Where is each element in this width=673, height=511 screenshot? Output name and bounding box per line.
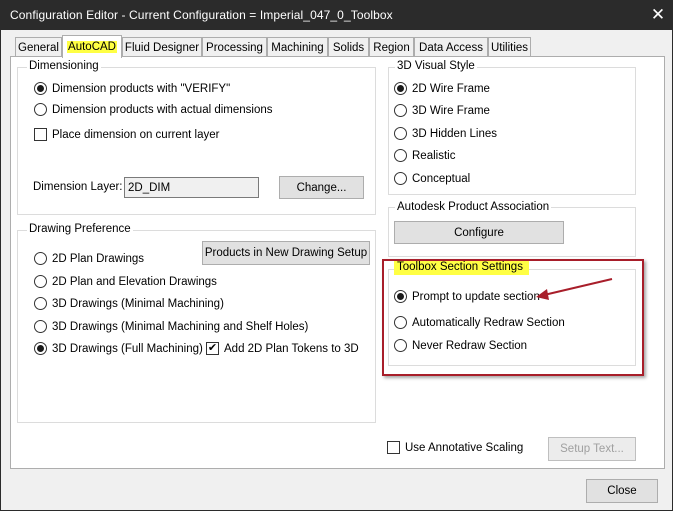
radio-label: 2D Plan Drawings [52, 252, 145, 265]
tab-processing[interactable]: Processing [202, 37, 267, 57]
tab-label: Utilities [490, 41, 529, 54]
radio-selected-indicator [394, 82, 407, 95]
tab-region[interactable]: Region [369, 37, 414, 57]
checkbox-label: Use Annotative Scaling [405, 441, 524, 454]
change-button[interactable]: Change... [279, 176, 364, 199]
radio-indicator [34, 320, 47, 333]
radio-label: 2D Plan and Elevation Drawings [52, 275, 217, 288]
checkbox-box [387, 441, 400, 454]
tab-fluid-designer[interactable]: Fluid Designer [122, 37, 202, 57]
checkbox-box: ✔ [206, 342, 219, 355]
radio-indicator [34, 252, 47, 265]
radio-label: 3D Drawings (Full Machining) [52, 342, 203, 355]
radio-dimension-verify[interactable]: Dimension products with "VERIFY" [34, 82, 230, 95]
radio-label: Conceptual [412, 172, 471, 185]
checkbox-add-plan-tokens[interactable]: ✔ Add 2D Plan Tokens to 3D [206, 342, 359, 355]
autocad-tab-panel: Dimensioning Dimension products with "VE… [10, 56, 665, 469]
checkbox-place-dimension-layer[interactable]: Place dimension on current layer [34, 128, 219, 141]
radio-indicator [394, 172, 407, 185]
radio-selected-indicator [34, 82, 47, 95]
tab-label: Fluid Designer [124, 41, 200, 54]
radio-indicator [34, 297, 47, 310]
radio-label: 3D Drawings (Minimal Machining and Shelf… [52, 320, 309, 333]
radio-label: 3D Drawings (Minimal Machining) [52, 297, 224, 310]
checkbox-label: Place dimension on current layer [52, 128, 220, 141]
dimensioning-title: Dimensioning [27, 60, 101, 72]
close-icon[interactable]: ✕ [643, 0, 673, 30]
annotation-arrow-icon [536, 278, 613, 300]
window-title: Configuration Editor - Current Configura… [10, 8, 393, 22]
tab-machining[interactable]: Machining [267, 37, 328, 57]
tab-label: Solids [332, 41, 365, 54]
radio-realistic[interactable]: Realistic [394, 149, 455, 162]
tab-data-access[interactable]: Data Access [414, 37, 488, 57]
tab-label: Machining [271, 41, 324, 54]
radio-2d-wire-frame[interactable]: 2D Wire Frame [394, 82, 490, 95]
setup-text-button[interactable]: Setup Text... [548, 437, 636, 461]
checkbox-box [34, 128, 47, 141]
radio-label: 2D Wire Frame [412, 82, 490, 95]
tab-label: Processing [206, 41, 263, 54]
radio-3d-hidden-lines[interactable]: 3D Hidden Lines [394, 127, 497, 140]
radio-3d-full[interactable]: 3D Drawings (Full Machining) [34, 342, 203, 355]
radio-conceptual[interactable]: Conceptual [394, 172, 470, 185]
dimension-layer-label: Dimension Layer: [33, 181, 123, 193]
checkbox-annotative-scaling[interactable]: Use Annotative Scaling [387, 441, 523, 454]
close-button[interactable]: Close [586, 479, 658, 503]
radio-label: Dimension products with "VERIFY" [52, 82, 231, 95]
radio-label: 3D Hidden Lines [412, 127, 498, 140]
title-bar: Configuration Editor - Current Configura… [0, 0, 673, 30]
visual-style-title: 3D Visual Style [395, 60, 477, 72]
radio-selected-indicator [34, 342, 47, 355]
radio-3d-wire-frame[interactable]: 3D Wire Frame [394, 104, 490, 117]
tab-solids[interactable]: Solids [328, 37, 369, 57]
radio-indicator [394, 339, 407, 352]
radio-label: Prompt to update section [412, 290, 540, 303]
radio-label: Automatically Redraw Section [412, 316, 565, 329]
tab-label: General [18, 41, 59, 54]
configure-button[interactable]: Configure [394, 221, 564, 244]
tab-label: AutoCAD [67, 41, 117, 53]
radio-indicator [34, 275, 47, 288]
radio-never-redraw-section[interactable]: Never Redraw Section [394, 339, 527, 352]
checkbox-label: Add 2D Plan Tokens to 3D [224, 342, 359, 355]
product-association-title: Autodesk Product Association [395, 201, 552, 213]
radio-indicator [34, 103, 47, 116]
tab-general[interactable]: General [15, 37, 62, 57]
radio-indicator [394, 104, 407, 117]
drawing-preference-title: Drawing Preference [27, 223, 133, 235]
products-new-drawing-setup-button[interactable]: Products in New Drawing Setup [202, 241, 370, 265]
radio-prompt-update-section[interactable]: Prompt to update section [394, 290, 540, 303]
radio-indicator [394, 316, 407, 329]
radio-selected-indicator [394, 290, 407, 303]
radio-dimension-actual[interactable]: Dimension products with actual dimension… [34, 103, 273, 116]
radio-3d-minimal[interactable]: 3D Drawings (Minimal Machining) [34, 297, 224, 310]
radio-label: Realistic [412, 149, 456, 162]
toolbox-section-title: Toolbox Section Settings [394, 260, 529, 275]
radio-2d-plan[interactable]: 2D Plan Drawings [34, 252, 144, 265]
radio-indicator [394, 149, 407, 162]
radio-label: Dimension products with actual dimension… [52, 103, 273, 116]
tab-autocad[interactable]: AutoCAD [62, 35, 122, 58]
radio-2d-plan-elevation[interactable]: 2D Plan and Elevation Drawings [34, 275, 217, 288]
radio-label: Never Redraw Section [412, 339, 528, 352]
radio-3d-minimal-shelf[interactable]: 3D Drawings (Minimal Machining and Shelf… [34, 320, 308, 333]
radio-auto-redraw-section[interactable]: Automatically Redraw Section [394, 316, 565, 329]
tab-label: Region [373, 41, 410, 54]
tab-utilities[interactable]: Utilities [488, 37, 531, 57]
radio-label: 3D Wire Frame [412, 104, 490, 117]
radio-indicator [394, 127, 407, 140]
dimension-layer-field[interactable]: 2D_DIM [124, 177, 259, 198]
tab-label: Data Access [419, 41, 483, 54]
